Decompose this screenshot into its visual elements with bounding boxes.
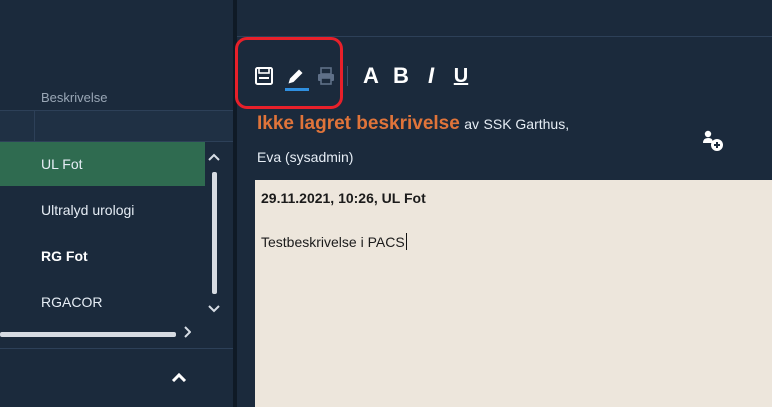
chevron-down-icon[interactable] bbox=[205, 300, 223, 318]
italic-button[interactable]: I bbox=[416, 61, 446, 91]
save-button[interactable] bbox=[251, 61, 277, 91]
left-panel-header-area bbox=[0, 0, 233, 110]
text-caret bbox=[405, 233, 407, 250]
chevron-up-icon[interactable] bbox=[205, 148, 223, 166]
list-item-ultralyd-urologi[interactable]: Ultralyd urologi bbox=[0, 188, 205, 232]
print-button[interactable] bbox=[313, 61, 339, 91]
filter-cell-separator bbox=[34, 111, 35, 141]
printer-icon bbox=[318, 67, 334, 85]
editor-toolbar: A B I U bbox=[251, 58, 476, 94]
underline-button[interactable]: U bbox=[446, 61, 476, 91]
vertical-scrollbar-thumb[interactable] bbox=[212, 172, 217, 294]
edit-active-indicator bbox=[285, 88, 309, 91]
add-user-button[interactable] bbox=[700, 128, 726, 154]
horizontal-scrollbar-thumb[interactable] bbox=[0, 332, 176, 337]
document-by-label: av bbox=[464, 116, 480, 132]
filter-row[interactable] bbox=[0, 111, 233, 141]
document-author-continued: Eva (sysadmin) bbox=[257, 149, 354, 165]
bold-button[interactable]: B bbox=[386, 61, 416, 91]
save-icon bbox=[255, 67, 273, 85]
document-title-line: Ikke lagret beskrivelse av SSK Garthus, bbox=[257, 113, 727, 135]
report-heading: 29.11.2021, 10:26, UL Fot bbox=[261, 190, 426, 206]
collapse-panel-button[interactable] bbox=[165, 362, 193, 390]
edit-button[interactable] bbox=[283, 61, 309, 91]
document-status-title: Ikke lagret beskrivelse bbox=[257, 113, 460, 134]
report-panel: A B I U Ikke lagret beskrivelse av SSK G… bbox=[235, 0, 772, 407]
vertical-scrollbar[interactable] bbox=[205, 142, 223, 322]
underline-label: U bbox=[453, 64, 469, 87]
study-list-panel: Beskrivelse UL Fot Ultralyd urologi RG F… bbox=[0, 0, 233, 407]
description-list: UL Fot Ultralyd urologi RG Fot RGACOR bbox=[0, 142, 205, 322]
font-size-button[interactable]: A bbox=[356, 61, 386, 91]
list-item-ul-fot[interactable]: UL Fot bbox=[0, 142, 205, 186]
pencil-icon bbox=[288, 69, 303, 84]
report-body[interactable]: Testbeskrivelse i PACS bbox=[261, 233, 766, 250]
chevron-right-icon[interactable] bbox=[180, 325, 194, 343]
report-text-editor[interactable]: 29.11.2021, 10:26, UL Fot Testbeskrivels… bbox=[255, 180, 772, 407]
list-item-rgacor[interactable]: RGACOR bbox=[0, 280, 205, 324]
list-item-rg-fot[interactable]: RG Fot bbox=[0, 234, 205, 278]
horizontal-scrollbar[interactable] bbox=[0, 325, 205, 343]
document-author: SSK Garthus, bbox=[483, 116, 570, 132]
toolbar-separator bbox=[347, 66, 348, 86]
caret-up-icon bbox=[171, 372, 187, 383]
report-body-text: Testbeskrivelse i PACS bbox=[261, 234, 405, 250]
bottom-divider bbox=[0, 348, 233, 349]
column-header-description[interactable]: Beskrivelse bbox=[41, 90, 107, 105]
add-user-icon bbox=[703, 130, 723, 151]
